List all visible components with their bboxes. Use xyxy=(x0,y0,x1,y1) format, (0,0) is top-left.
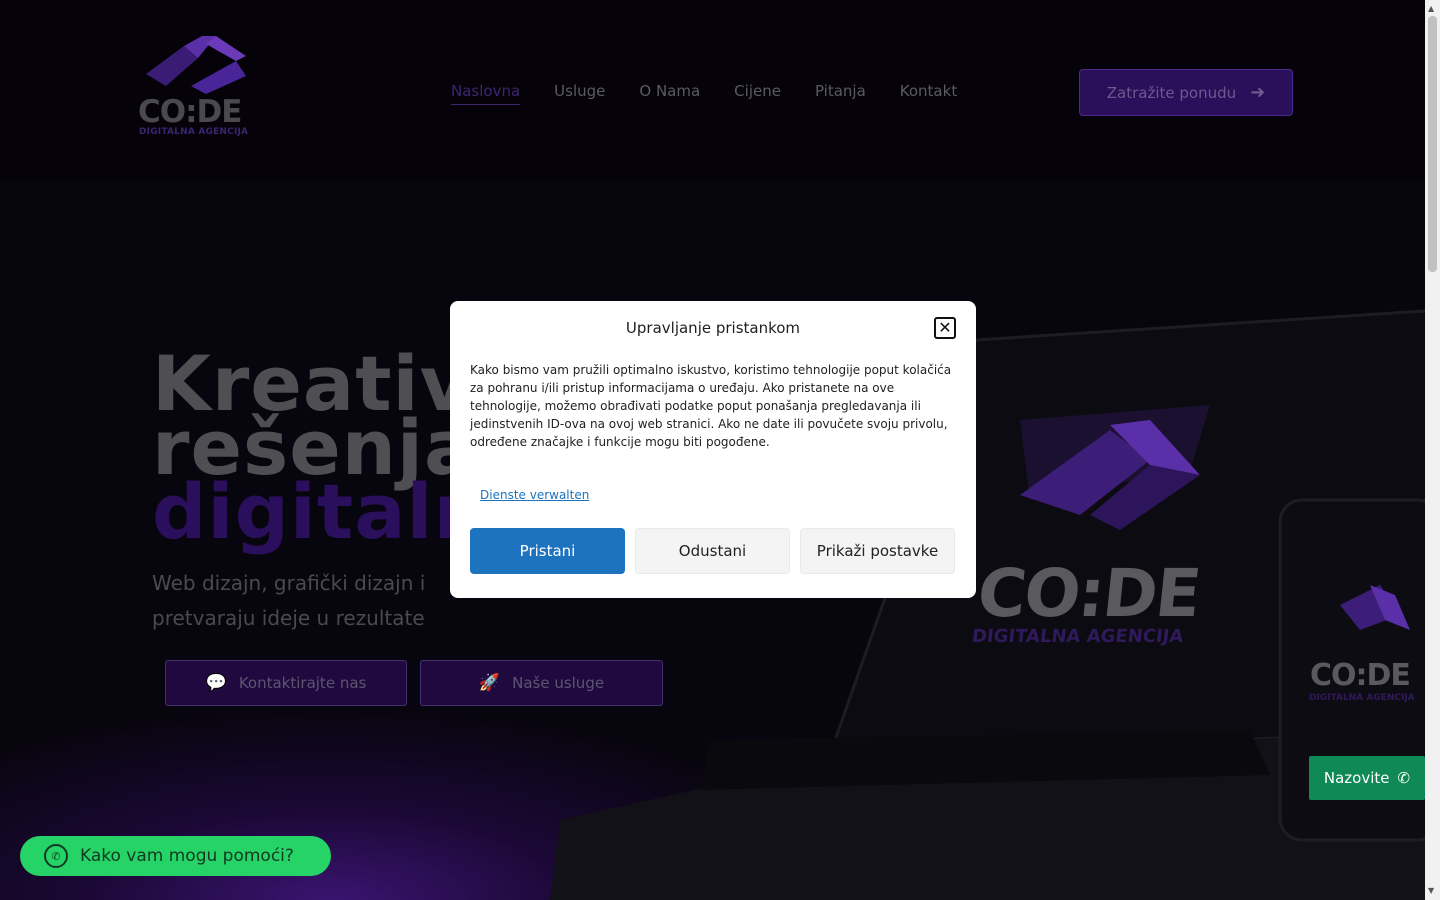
scrollbar-thumb[interactable] xyxy=(1428,16,1437,272)
laptop-logo-subtitle: DIGITALNA AGENCIJA xyxy=(970,626,1185,647)
consent-title: Upravljanje pristankom xyxy=(625,319,801,337)
logo-subtitle: DIGITALNA AGENCIJA xyxy=(139,127,249,137)
deny-button[interactable]: Odustani xyxy=(635,528,790,574)
request-quote-label: Zatražite ponudu xyxy=(1106,83,1237,102)
nav-item-pitanja[interactable]: Pitanja xyxy=(815,82,866,105)
close-icon[interactable]: ✕ xyxy=(934,317,956,339)
phone-logo-text: CO:DE xyxy=(1310,658,1411,693)
whatsapp-label: Kako vam mogu pomoći? xyxy=(80,846,294,866)
preferences-button[interactable]: Prikaži postavke xyxy=(800,528,955,574)
rocket-icon: 🚀 xyxy=(478,673,501,693)
our-services-label: Naše usluge xyxy=(512,674,605,692)
nav-item-naslovna[interactable]: Naslovna xyxy=(451,82,521,105)
consent-body: Kako bismo vam pružili optimalno iskustv… xyxy=(470,363,952,449)
page-scrollbar[interactable]: ▲ ▼ xyxy=(1425,0,1440,900)
page: CO:DE DIGITALNA AGENCIJA CO:DE DIGITALNA… xyxy=(0,0,1440,900)
scroll-up-icon[interactable]: ▲ xyxy=(1428,4,1434,13)
whatsapp-icon: ✆ xyxy=(44,844,68,868)
hero-title-line-3: digitaln xyxy=(152,467,489,556)
call-button[interactable]: Nazovite ✆ xyxy=(1309,756,1425,800)
main-nav: Naslovna Usluge O Nama Cijene Pitanja Ko… xyxy=(451,82,991,105)
nav-item-cijene[interactable]: Cijene xyxy=(734,82,781,105)
contact-us-label: Kontaktirajte nas xyxy=(238,674,367,692)
logo-mark-icon xyxy=(146,36,246,94)
site-header: CO:DE DIGITALNA AGENCIJA Naslovna Usluge… xyxy=(0,0,1425,180)
hero-title: Kreativ rešenja digitaln xyxy=(152,346,489,556)
whatsapp-chat-button[interactable]: ✆ Kako vam mogu pomoći? xyxy=(20,836,331,876)
hero-subtitle-line-2: pretvaraju ideje u rezultate xyxy=(152,606,425,630)
accept-button[interactable]: Pristani xyxy=(470,528,625,574)
phone-icon: ✆ xyxy=(1397,769,1411,787)
logo-text: CO:DE xyxy=(138,94,242,130)
consent-dialog: Upravljanje pristankom ✕ Kako bismo vam … xyxy=(450,301,976,598)
our-services-button[interactable]: 🚀 Naše usluge xyxy=(420,660,663,706)
chat-bubble-icon: 💬 xyxy=(205,673,227,693)
site-logo[interactable]: CO:DE DIGITALNA AGENCIJA xyxy=(138,36,258,140)
scroll-down-icon[interactable]: ▼ xyxy=(1428,886,1434,895)
nav-item-usluge[interactable]: Usluge xyxy=(554,82,605,105)
arrow-right-icon: ➜ xyxy=(1250,82,1266,103)
manage-services-link[interactable]: Dienste verwalten xyxy=(480,488,589,502)
nav-item-kontakt[interactable]: Kontakt xyxy=(900,82,957,105)
phone-logo-subtitle: DIGITALNA AGENCIJA xyxy=(1309,693,1415,703)
nav-item-o-nama[interactable]: O Nama xyxy=(639,82,700,105)
laptop-logo-text: CO:DE xyxy=(973,555,1203,632)
contact-us-button[interactable]: 💬 Kontaktirajte nas xyxy=(165,660,407,706)
call-label: Nazovite xyxy=(1323,769,1390,787)
request-quote-button[interactable]: Zatražite ponudu ➜ xyxy=(1079,69,1293,116)
